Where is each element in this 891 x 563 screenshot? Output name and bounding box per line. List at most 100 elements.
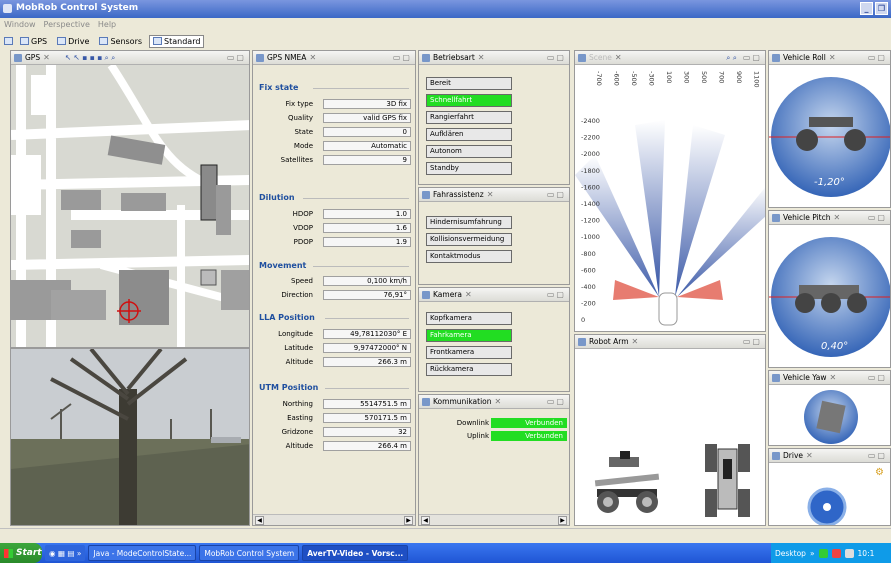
vehicle-pitch-view: Vehicle Pitch ✕ ▭▢ 0,40° [768, 210, 891, 368]
betriebsart-button[interactable]: Autonom [426, 145, 512, 158]
kamera-button[interactable]: Frontkamera [426, 346, 512, 359]
tray-icon-volume[interactable] [844, 548, 854, 558]
taskbar-item-avertv[interactable]: AverTV-Video - Vorsc... [302, 545, 409, 561]
robot-arm-title[interactable]: Robot Arm [589, 337, 629, 346]
minimize-button[interactable]: _ [860, 2, 873, 15]
close-icon[interactable]: ✕ [465, 290, 472, 299]
view-minmax-icon[interactable]: ▭▢ [743, 337, 762, 346]
vehicle-pitch-title[interactable]: Vehicle Pitch [783, 213, 830, 222]
menu-window[interactable]: Window [4, 20, 36, 30]
nmea-row-value: 266.4 m [323, 441, 411, 451]
betriebsart-button[interactable]: Bereit [426, 77, 512, 90]
nmea-row-label: Latitude [284, 344, 313, 352]
fahrassistenz-button[interactable]: Hindernisumfahrung [426, 216, 512, 229]
view-minmax-icon[interactable]: ▭▢ [547, 53, 566, 62]
nmea-row: Latitude 9,97472000° N [253, 343, 413, 354]
betriebsart-button[interactable]: Schnellfahrt [426, 94, 512, 107]
betriebsart-button[interactable]: Rangierfahrt [426, 111, 512, 124]
close-icon[interactable]: ✕ [478, 53, 485, 62]
perspective-drive[interactable]: Drive [54, 36, 92, 47]
scene-y-tick: -800 [581, 250, 596, 258]
scroll-right-icon[interactable]: ▶ [404, 516, 413, 525]
drive-toolbar-icon[interactable]: ⚙ [875, 467, 884, 478]
close-icon[interactable]: ✕ [833, 213, 840, 222]
roll-value: -1,20° [814, 177, 845, 188]
close-icon[interactable]: ✕ [309, 53, 316, 62]
kamera-button[interactable]: Kopfkamera [426, 312, 512, 325]
scene-y-tick: -2400 [581, 117, 600, 125]
menu-perspective[interactable]: Perspective [44, 20, 90, 30]
close-icon[interactable]: ✕ [487, 190, 494, 199]
gps-nmea-title[interactable]: GPS NMEA [267, 53, 306, 62]
menu-help[interactable]: Help [98, 20, 116, 30]
close-icon[interactable]: ✕ [829, 53, 836, 62]
perspective-sensors[interactable]: Sensors [96, 36, 145, 47]
view-minmax-icon[interactable]: ▭▢ [227, 53, 246, 62]
scene-title[interactable]: Scene [589, 53, 612, 62]
drive-header: Drive ✕ ▭▢ [769, 449, 890, 463]
close-icon[interactable]: ✕ [43, 53, 50, 62]
robot-arm-icon [578, 337, 586, 346]
vehicle-yaw-view: Vehicle Yaw ✕ ▭▢ [768, 370, 891, 446]
view-minmax-icon[interactable]: ▭▢ [868, 451, 887, 460]
scene-canvas[interactable]: -700 -600 -500 -300 100 300 500 700 900 1100 -2400… [575, 65, 765, 331]
tray-icon-security[interactable] [831, 548, 841, 558]
zoom-icons[interactable]: ⌕ ⌕ [726, 53, 737, 63]
start-button[interactable]: Start [0, 543, 42, 563]
fix-state-heading: Fix state [259, 83, 299, 92]
gps-view-title[interactable]: GPS [25, 53, 40, 62]
map-tool-icons[interactable]: ↖ ↖ ▪ ▪ ▪ ⌕ ⌕ [65, 53, 116, 63]
quicklaunch-icons[interactable]: ◉ ▦ ▤ » [45, 545, 86, 561]
close-icon[interactable]: ✕ [806, 451, 813, 460]
maximize-button[interactable]: ❐ [875, 2, 888, 15]
vehicle-roll-title[interactable]: Vehicle Roll [783, 53, 826, 62]
perspective-gps[interactable]: GPS [17, 36, 50, 47]
nmea-row-value: 1.6 [323, 223, 411, 233]
kamera-button[interactable]: Rückkamera [426, 363, 512, 376]
kommunikation-title[interactable]: Kommunikation [433, 397, 492, 406]
scroll-right-icon[interactable]: ▶ [558, 516, 567, 525]
scroll-left-icon[interactable]: ◀ [421, 516, 430, 525]
desktop-toolbar[interactable]: Desktop [775, 549, 806, 558]
betriebsart-button[interactable]: Standby [426, 162, 512, 175]
drive-view: Drive ✕ ▭▢ ⚙ [768, 448, 891, 526]
scroll-left-icon[interactable]: ◀ [255, 516, 264, 525]
close-icon[interactable]: ✕ [632, 337, 639, 346]
tray-chevron-icon[interactable]: » [810, 549, 815, 558]
view-minmax-icon[interactable]: ▭▢ [547, 397, 566, 406]
kamera-title[interactable]: Kamera [433, 290, 462, 299]
menubar: Window Perspective Help [0, 18, 891, 32]
close-icon[interactable]: ✕ [495, 397, 502, 406]
close-icon[interactable]: ✕ [615, 53, 622, 62]
view-minmax-icon[interactable]: ▭▢ [547, 290, 566, 299]
taskbar-item-java[interactable]: Java - ModeControlState... [88, 545, 197, 561]
fahrassistenz-button[interactable]: Kontaktmodus [426, 250, 512, 263]
nmea-row-value: 570171.5 m [323, 413, 411, 423]
view-minmax-icon[interactable]: ▭▢ [743, 53, 762, 62]
perspective-standard[interactable]: Standard [149, 34, 205, 48]
view-minmax-icon[interactable]: ▭▢ [547, 190, 566, 199]
drive-joystick[interactable] [769, 463, 891, 526]
vehicle-yaw-title[interactable]: Vehicle Yaw [783, 373, 826, 382]
open-perspective-icon[interactable] [4, 37, 13, 45]
kommunikation-scrollbar[interactable]: ◀ ▶ [419, 514, 569, 525]
fahrassistenz-button[interactable]: Kollisionsvermeidung [426, 233, 512, 246]
nmea-row-value: 1.9 [323, 237, 411, 247]
nmea-scrollbar[interactable]: ◀ ▶ [253, 514, 415, 525]
betriebsart-body: Bereit Schnellfahrt Rangierfahrt Aufklären A… [419, 65, 569, 184]
view-minmax-icon[interactable]: ▭▢ [868, 53, 887, 62]
betriebsart-button[interactable]: Aufklären [426, 128, 512, 141]
close-icon[interactable]: ✕ [829, 373, 836, 382]
gps-map[interactable] [11, 62, 249, 347]
taskbar-item-mobrob[interactable]: MobRob Control System [199, 545, 300, 561]
drive-title[interactable]: Drive [783, 451, 803, 460]
fahrassistenz-title[interactable]: Fahrassistenz [433, 190, 484, 199]
view-minmax-icon[interactable]: ▭▢ [393, 53, 412, 62]
betriebsart-title[interactable]: Betriebsart [433, 53, 475, 62]
tray-icon-network[interactable] [818, 548, 828, 558]
view-minmax-icon[interactable]: ▭▢ [868, 373, 887, 382]
view-minmax-icon[interactable]: ▭▢ [868, 213, 887, 222]
camera-feed [10, 348, 250, 526]
clock: 10:1 [857, 548, 875, 558]
kamera-button[interactable]: Fahrkamera [426, 329, 512, 342]
